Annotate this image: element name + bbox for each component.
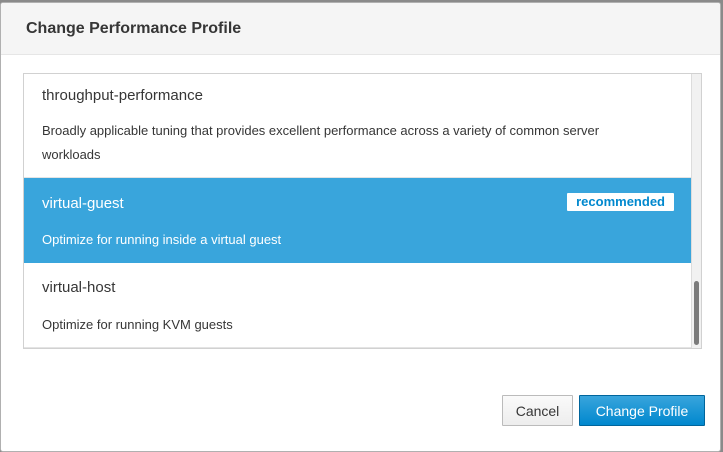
profile-list-content: throughput-performance Broadly applicabl… (24, 74, 692, 348)
profile-description: Optimize for running KVM guests (42, 317, 233, 332)
profile-name: virtual-host (42, 279, 116, 296)
profile-description: Broadly applicable tuning that provides … (42, 123, 600, 162)
cancel-button[interactable]: Cancel (502, 395, 573, 426)
recommended-badge: recommended (567, 193, 674, 211)
change-profile-button[interactable]: Change Profile (579, 395, 705, 426)
profile-item-virtual-host[interactable]: virtual-host Optimize for running KVM gu… (24, 263, 692, 348)
profile-list[interactable]: throughput-performance Broadly applicabl… (23, 73, 702, 349)
dialog-title: Change Performance Profile (26, 20, 242, 37)
profile-item-throughput-performance[interactable]: throughput-performance Broadly applicabl… (24, 74, 692, 178)
scrollbar-track[interactable] (691, 74, 701, 348)
change-profile-dialog: Change Performance Profile throughput-pe… (0, 2, 721, 452)
dialog-footer: Cancel Change Profile (1, 381, 720, 451)
dialog-header: Change Performance Profile (1, 3, 720, 55)
profile-description: Optimize for running inside a virtual gu… (42, 232, 282, 247)
scrollbar-thumb[interactable] (694, 281, 699, 345)
profile-name: throughput-performance (42, 87, 203, 104)
profile-item-virtual-guest[interactable]: virtual-guest recommended Optimize for r… (24, 178, 692, 263)
profile-name: virtual-guest (42, 195, 124, 212)
